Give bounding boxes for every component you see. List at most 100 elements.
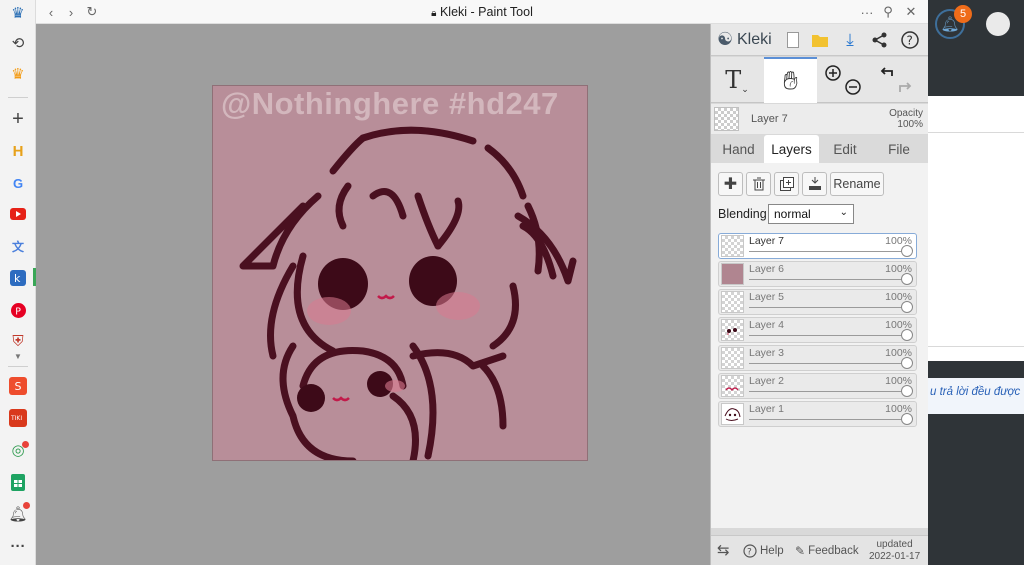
- youtube-icon[interactable]: [8, 204, 28, 224]
- plus-icon: ✚: [723, 176, 738, 193]
- layer-item[interactable]: Layer 3 100%: [718, 345, 917, 371]
- open-folder-icon[interactable]: [809, 29, 831, 51]
- avatar[interactable]: [986, 12, 1010, 36]
- tiki-icon[interactable]: TIKI: [8, 408, 28, 428]
- layers-panel: ✚ Rename Blending normal ⌄ Layer 7 100%: [711, 163, 929, 528]
- layer-opacity-handle[interactable]: [901, 329, 913, 341]
- feedback-icon: ✎: [795, 544, 806, 558]
- tab-layers[interactable]: Layers: [764, 135, 819, 163]
- canvas-area[interactable]: @Nothinghere #hd247: [36, 24, 710, 565]
- blending-select[interactable]: normal ⌄: [768, 204, 854, 224]
- tab-hand[interactable]: Hand: [714, 135, 763, 163]
- swap-sides-icon[interactable]: ⇆: [717, 541, 730, 559]
- add-layer-button[interactable]: ✚: [718, 172, 743, 196]
- layer-opacity-handle[interactable]: [901, 273, 913, 285]
- pinterest-icon[interactable]: P: [8, 300, 28, 320]
- layer-item[interactable]: Layer 2 100%: [718, 373, 917, 399]
- layer-opacity-handle[interactable]: [901, 301, 913, 313]
- layer-opacity-slider[interactable]: [749, 419, 907, 420]
- background-header: 🔔︎ 5: [928, 0, 1024, 96]
- pin-icon[interactable]: ⚲: [879, 3, 897, 21]
- close-icon[interactable]: ✕: [902, 3, 920, 21]
- translate-icon[interactable]: 文: [8, 236, 28, 256]
- layer-opacity-slider[interactable]: [749, 279, 907, 280]
- layer-item[interactable]: Layer 5 100%: [718, 289, 917, 315]
- layer-opacity-handle[interactable]: [901, 413, 913, 425]
- chevron-down-icon[interactable]: ⌄: [741, 84, 749, 95]
- crown-icon[interactable]: ♛: [8, 64, 28, 84]
- screen: ♛ ⟲ ♛ + H G 文 k P ⛨ ▼ S TIKI ◎ 🔔︎ ··· ‹ …: [0, 0, 1024, 565]
- help-icon: ?: [743, 544, 757, 558]
- layer-opacity-slider[interactable]: [749, 391, 907, 392]
- duplicate-layer-button[interactable]: [774, 172, 799, 196]
- updated-info[interactable]: updated 2022-01-17: [869, 539, 920, 563]
- background-page: 🔔︎ 5 u trả lời đều được: [928, 0, 1024, 565]
- text-tool[interactable]: T ⌄: [711, 57, 763, 103]
- current-layer-opacity[interactable]: Opacity 100%: [889, 108, 923, 130]
- layer-opacity-handle[interactable]: [901, 385, 913, 397]
- history-icon[interactable]: ⟲: [8, 33, 28, 53]
- layer-thumbnail: [721, 291, 744, 313]
- svg-text:?: ?: [907, 34, 913, 48]
- add-icon[interactable]: +: [8, 108, 28, 130]
- layer-item[interactable]: Layer 1 100%: [718, 401, 917, 427]
- redo-icon[interactable]: [899, 82, 912, 92]
- google-icon[interactable]: G: [8, 173, 28, 193]
- feedback-link[interactable]: ✎ Feedback: [795, 544, 859, 558]
- sheets-icon[interactable]: [8, 472, 28, 492]
- layer-thumbnail: [721, 263, 744, 285]
- shopee-icon[interactable]: S: [8, 376, 28, 396]
- layer-opacity-slider[interactable]: [749, 335, 907, 336]
- zoom-controls: [819, 57, 867, 103]
- delete-layer-button[interactable]: [746, 172, 771, 196]
- new-file-icon[interactable]: [782, 29, 804, 51]
- tab-edit[interactable]: Edit: [821, 135, 869, 163]
- chevron-down-icon[interactable]: ▼: [8, 350, 28, 362]
- browser-logo-icon[interactable]: ♛: [8, 3, 28, 23]
- layer-opacity-slider[interactable]: [749, 307, 907, 308]
- panel-header: ☯ Kleki ⤓ ?: [711, 24, 929, 56]
- layer-item[interactable]: Layer 6 100%: [718, 261, 917, 287]
- background-dark-section: u trả lời đều được: [928, 361, 1024, 565]
- layer-opacity-handle[interactable]: [901, 357, 913, 369]
- text-tool-icon: T: [725, 66, 742, 94]
- tab-file[interactable]: File: [874, 135, 924, 163]
- zoom-icons[interactable]: [823, 62, 863, 98]
- hand-tool[interactable]: ✋︎: [764, 57, 817, 103]
- drawing-canvas[interactable]: @Nothinghere #hd247: [212, 85, 588, 461]
- share-icon[interactable]: [869, 29, 891, 51]
- notification-dot: [23, 502, 30, 509]
- layer-opacity-slider[interactable]: [749, 251, 907, 252]
- panel-tabs: Hand Layers Edit File: [711, 135, 929, 163]
- svg-text:k: k: [14, 272, 21, 285]
- rename-layer-button[interactable]: Rename: [830, 172, 884, 196]
- kleki-panel: ☯ Kleki ⤓ ? T ⌄ ✋︎ Layer 7 Opacity 100% …: [710, 24, 929, 565]
- shield-icon[interactable]: ⛨: [8, 331, 28, 351]
- layer-thumbnail: [721, 403, 744, 425]
- sidebar-divider: [8, 97, 28, 98]
- background-snippet-row[interactable]: u trả lời đều được: [928, 378, 1024, 414]
- svg-text:TIKI: TIKI: [10, 415, 22, 422]
- layer-item[interactable]: Layer 7 100%: [718, 233, 917, 259]
- more-options-icon[interactable]: ···: [858, 3, 876, 21]
- help-link[interactable]: ? Help: [743, 544, 784, 558]
- layer-opacity-handle[interactable]: [901, 245, 913, 257]
- kleki-app-icon[interactable]: k: [8, 268, 28, 288]
- more-icon[interactable]: ···: [8, 536, 28, 556]
- undo-icon[interactable]: [880, 67, 893, 76]
- svg-text:?: ?: [747, 548, 752, 558]
- download-icon[interactable]: ⤓: [839, 29, 861, 51]
- duplicate-icon: [779, 177, 794, 191]
- merge-layer-button[interactable]: [802, 172, 827, 196]
- layer-thumbnail: [721, 235, 744, 257]
- blending-label: Blending: [718, 207, 767, 221]
- notification-badge: 5: [954, 5, 972, 23]
- layer-item[interactable]: Layer 4 100%: [718, 317, 917, 343]
- current-layer-info: Layer 7 Opacity 100%: [711, 104, 929, 134]
- help-icon[interactable]: ?: [899, 29, 921, 51]
- window-titlebar: ‹ › ↻ 🔒︎ Kleki - Paint Tool ··· ⚲ ✕: [36, 0, 928, 24]
- layer-opacity-slider[interactable]: [749, 363, 907, 364]
- h-app-icon[interactable]: H: [8, 141, 28, 161]
- svg-text:P: P: [15, 306, 21, 317]
- artwork: [239, 126, 577, 460]
